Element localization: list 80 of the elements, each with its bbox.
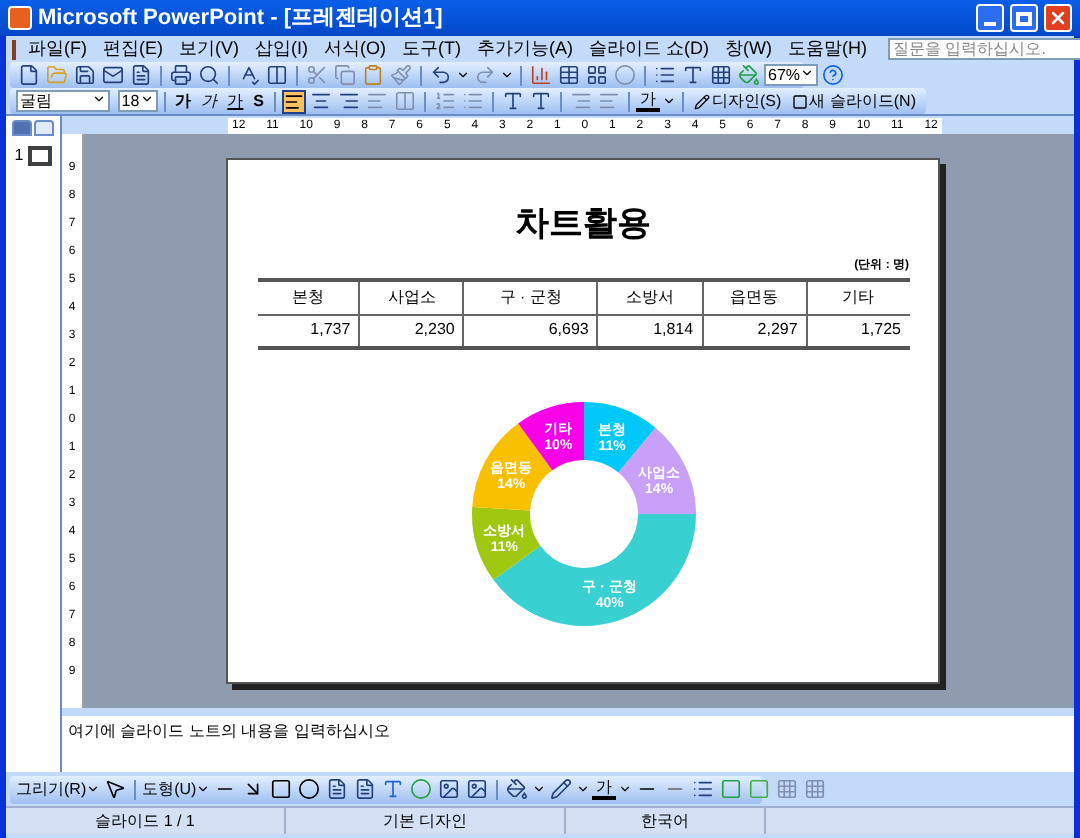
menu-item[interactable]: 도구(T)	[398, 35, 465, 63]
pointer-icon[interactable]	[102, 777, 129, 801]
save-icon[interactable]	[72, 63, 98, 87]
menu-item[interactable]: 도움말(H)	[784, 35, 871, 63]
oval-icon[interactable]	[296, 777, 323, 801]
new-file-icon[interactable]	[16, 63, 42, 87]
slide-number: 1	[14, 144, 24, 168]
draw-menu-button[interactable]: 그리기(R)	[16, 777, 101, 801]
picture-icon[interactable]	[464, 777, 491, 801]
menu-item[interactable]: 슬라이드 쇼(D)	[585, 35, 713, 63]
minimize-icon[interactable]	[976, 4, 1004, 32]
app-icon	[8, 6, 32, 30]
underline-button[interactable]: 가	[223, 89, 248, 113]
grid-icon[interactable]	[708, 63, 734, 87]
menu-item[interactable]: 서식(O)	[320, 35, 390, 63]
distribute-icon[interactable]	[392, 89, 418, 113]
font-color-button[interactable]: 가	[636, 90, 660, 112]
menu-item[interactable]: 추가기능(A)	[473, 35, 577, 63]
menu-item[interactable]: 편집(E)	[99, 35, 167, 63]
color-icon[interactable]	[736, 63, 762, 87]
slide-title: 차트활용	[515, 204, 651, 244]
new-slide-button[interactable]: 새 슬라이드(N)	[787, 89, 920, 113]
status-text: 슬라이드 1 / 1	[6, 808, 286, 834]
decrease-font-icon[interactable]	[528, 89, 554, 113]
design-button[interactable]: 디자인(S)	[690, 89, 786, 113]
zoom-field[interactable]: 67%	[764, 64, 819, 86]
shapes-menu-button[interactable]: 도형(U)	[142, 777, 211, 801]
line-color-icon[interactable]	[548, 777, 575, 801]
text-box-icon[interactable]	[324, 777, 351, 801]
window-title: Microsoft PowerPoint - [프레젠테이션1]	[38, 3, 445, 34]
undo-icon[interactable]	[428, 63, 454, 87]
column-header: 구 · 군청	[463, 280, 598, 314]
font-color-button[interactable]: 가	[592, 778, 617, 800]
print-preview-icon[interactable]	[196, 63, 222, 87]
table-cell: 1,725	[806, 314, 909, 348]
vertical-text-box-icon[interactable]	[352, 777, 379, 801]
mail-icon[interactable]	[100, 63, 126, 87]
slide-thumbnail[interactable]	[27, 146, 52, 166]
menu-item[interactable]: 보기(V)	[175, 35, 243, 63]
font-size-field[interactable]: 18	[117, 90, 158, 112]
menu-item[interactable]: 삽입(I)	[251, 35, 312, 63]
column-header: 소방서	[597, 280, 703, 314]
printer-icon[interactable]	[168, 63, 194, 87]
paintbrush-icon[interactable]	[388, 63, 414, 87]
column-header: 본청	[257, 280, 360, 314]
menu-item[interactable]: 창(W)	[721, 35, 776, 63]
help-search-field[interactable]: 질문을 입력하십시오.	[887, 38, 1080, 60]
column-header: 기타	[806, 280, 909, 314]
italic-button[interactable]: 가	[197, 89, 222, 113]
column-header: 사업소	[359, 280, 464, 314]
align-center-icon[interactable]	[308, 89, 334, 113]
wordart-icon[interactable]	[380, 777, 407, 801]
formatting-icon[interactable]	[680, 63, 706, 87]
table-cell: 2,297	[702, 314, 807, 348]
table-cell: 2,230	[359, 314, 464, 348]
status-text: 기본 디자인	[286, 808, 566, 834]
rectangle-icon[interactable]	[268, 777, 295, 801]
menu-item[interactable]: 파일(F)	[24, 35, 91, 63]
table-cell: 6,693	[463, 314, 598, 348]
table-cell: 1,814	[597, 314, 703, 348]
clip-art-icon[interactable]	[436, 777, 463, 801]
pane-tab[interactable]	[34, 120, 54, 136]
pencil-icon	[694, 93, 710, 109]
column-header: 읍면동	[702, 280, 807, 314]
table-cell: 1,737	[257, 314, 360, 348]
chart-icon[interactable]	[528, 63, 554, 87]
align-left-icon[interactable]	[282, 89, 306, 113]
tables-icon[interactable]	[584, 63, 610, 87]
help-icon[interactable]	[820, 63, 847, 87]
fill-color-icon[interactable]	[504, 777, 531, 801]
maximize-icon[interactable]	[1010, 4, 1038, 32]
font-field[interactable]: 굴림	[16, 90, 110, 112]
table-icon[interactable]	[556, 63, 582, 87]
status-text: 한국어	[566, 808, 766, 834]
increase-font-icon[interactable]	[500, 89, 526, 113]
shadow-button[interactable]: S	[249, 89, 268, 113]
bold-button[interactable]: 가	[171, 89, 196, 113]
close-icon[interactable]	[1044, 4, 1072, 32]
align-right-icon[interactable]	[336, 89, 362, 113]
slide-icon	[791, 93, 808, 109]
